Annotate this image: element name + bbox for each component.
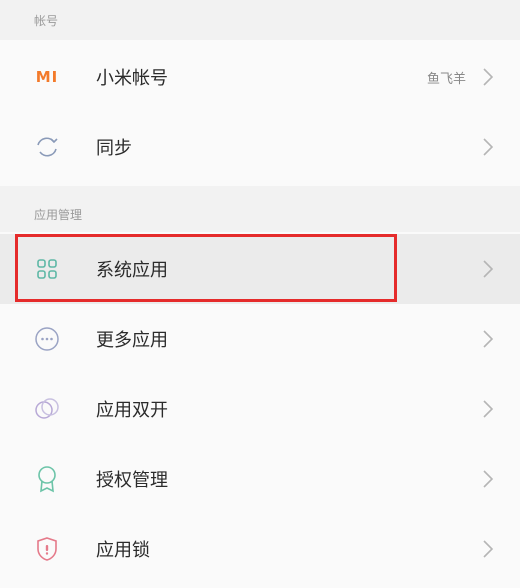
row-sync[interactable]: 同步 [0,112,520,182]
row-label: 授权管理 [96,470,168,491]
more-dots-icon [30,322,64,356]
app-management-card: 系统应用 更多应用 应用双开 授权管理 应用锁 [0,232,520,588]
row-app-lock[interactable]: 应用锁 [0,514,520,584]
chevron-right-icon [480,257,496,281]
chevron-right-icon [480,537,496,561]
mi-logo-icon: MI [30,60,64,94]
row-permissions[interactable]: 授权管理 [0,444,520,514]
row-dual-apps[interactable]: 应用双开 [0,374,520,444]
row-label: 小米帐号 [96,68,168,89]
chevron-right-icon [480,65,496,89]
chevron-right-icon [480,135,496,159]
account-name-value: 鱼飞羊 [426,71,466,87]
row-mi-account[interactable]: MI 小米帐号 鱼飞羊 [0,42,520,112]
row-label: 同步 [96,138,132,159]
grid-apps-icon [30,252,64,286]
chevron-right-icon [480,327,496,351]
row-more-apps[interactable]: 更多应用 [0,304,520,374]
row-label: 系统应用 [96,260,168,281]
badge-icon [30,462,64,496]
row-label: 应用锁 [96,540,150,561]
row-label: 应用双开 [96,400,168,421]
sync-icon [30,130,64,164]
dual-circles-icon [30,392,64,426]
row-label: 更多应用 [96,330,168,351]
shield-lock-icon [30,532,64,566]
row-system-apps[interactable]: 系统应用 [0,234,520,304]
account-card: MI 小米帐号 鱼飞羊 同步 [0,40,520,186]
chevron-right-icon [480,467,496,491]
section-header-app-management: 应用管理 [34,208,83,222]
chevron-right-icon [480,397,496,421]
section-header-account: 帐号 [34,14,59,28]
mi-logo-text: MI [35,68,59,86]
